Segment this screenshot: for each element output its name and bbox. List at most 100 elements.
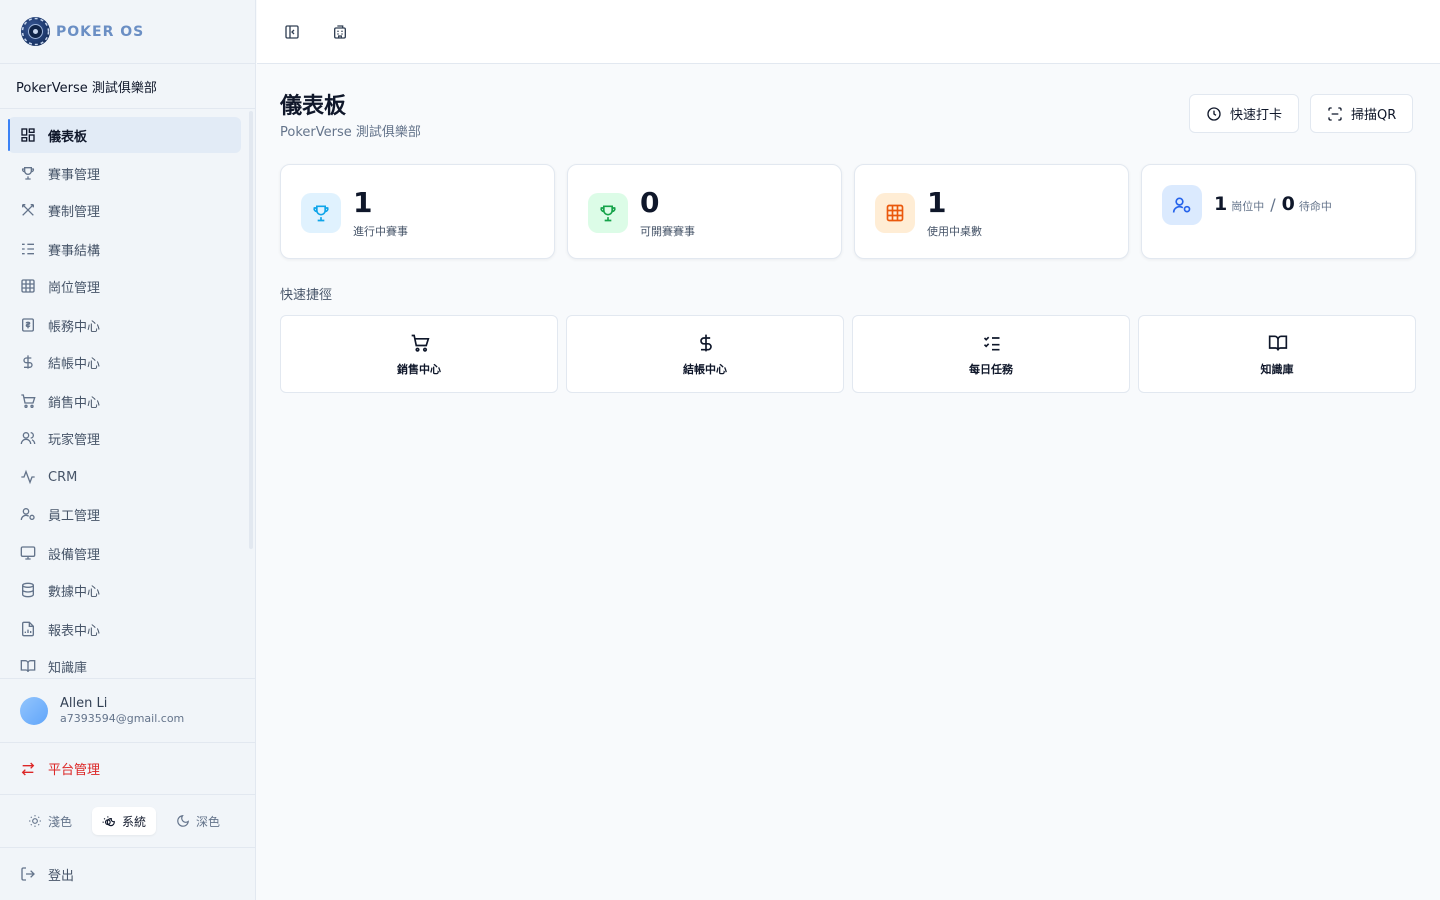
scan-qr-button[interactable]: 掃描QR bbox=[1310, 94, 1414, 133]
waiting-count: 0 bbox=[1281, 193, 1295, 215]
list-checks-icon bbox=[983, 336, 1000, 351]
swords-icon bbox=[22, 204, 34, 216]
stat-label: 進行中賽事 bbox=[353, 225, 408, 238]
user-name: Allen Li bbox=[60, 696, 108, 711]
nav-item-positions[interactable]: 崗位管理 bbox=[8, 268, 241, 304]
nav-label: 報表中心 bbox=[48, 623, 101, 639]
monitor-icon bbox=[20, 546, 36, 560]
theme-light-button[interactable]: 淺色 bbox=[18, 807, 82, 835]
sun-moon-icon bbox=[102, 816, 115, 827]
stat-card-active-tournaments[interactable]: 1 進行中賽事 bbox=[280, 164, 555, 259]
nav-item-data[interactable]: 數據中心 bbox=[8, 572, 241, 608]
theme-system-button[interactable]: 系統 bbox=[92, 807, 157, 835]
nav-label: 玩家管理 bbox=[48, 432, 101, 448]
clock-in-label: 快速打卡 bbox=[1230, 108, 1283, 123]
trophy-icon bbox=[600, 205, 616, 222]
nav-label: 賽事結構 bbox=[48, 243, 101, 259]
nav-item-knowledge[interactable]: 知識庫 bbox=[8, 648, 241, 678]
waiting-label: 待命中 bbox=[1298, 200, 1332, 213]
nav-item-staff[interactable]: 員工管理 bbox=[8, 496, 241, 532]
nav-label: 賽事管理 bbox=[48, 167, 101, 183]
stat-label: 可開賽賽事 bbox=[640, 225, 695, 238]
cart-icon bbox=[21, 394, 36, 408]
club-switch-button[interactable] bbox=[328, 20, 352, 44]
topbar bbox=[257, 0, 1440, 64]
user-profile[interactable]: Allen Li a7393594@gmail.com bbox=[0, 678, 256, 743]
nav-label: 帳務中心 bbox=[48, 319, 101, 335]
dollar-icon bbox=[700, 334, 712, 352]
nav-item-sales[interactable]: 銷售中心 bbox=[8, 383, 241, 419]
building-icon bbox=[334, 25, 346, 39]
nav-item-crm[interactable]: CRM bbox=[8, 459, 241, 495]
nav-scrollbar[interactable] bbox=[249, 111, 253, 549]
stat-icon-wrap bbox=[301, 193, 341, 233]
nav-label: 知識庫 bbox=[48, 660, 88, 676]
theme-light-label: 淺色 bbox=[48, 814, 73, 829]
shortcut-label: 知識庫 bbox=[1260, 363, 1294, 376]
stat-card-tables-in-use[interactable]: 1 使用中桌數 bbox=[854, 164, 1129, 259]
staff-status-line: 1 崗位中 / 0 待命中 bbox=[1214, 193, 1332, 215]
users-icon bbox=[20, 432, 36, 445]
nav-item-dashboard[interactable]: 儀表板 bbox=[8, 117, 241, 153]
toggle-sidebar-button[interactable] bbox=[280, 20, 304, 44]
stat-icon-wrap bbox=[588, 193, 628, 233]
shortcut-label: 每日任務 bbox=[969, 363, 1013, 376]
user-cog-icon bbox=[1172, 197, 1191, 213]
theme-dark-button[interactable]: 深色 bbox=[166, 807, 230, 835]
nav-item-devices[interactable]: 設備管理 bbox=[8, 535, 241, 571]
table-grid-icon bbox=[21, 279, 35, 293]
on-duty-count: 1 bbox=[1214, 193, 1228, 215]
trophy-icon bbox=[313, 205, 329, 222]
database-icon bbox=[22, 582, 34, 598]
layout-grid-icon bbox=[21, 128, 35, 142]
shortcut-label: 結帳中心 bbox=[683, 363, 727, 376]
sun-icon bbox=[29, 815, 41, 827]
logout-button[interactable]: 登出 bbox=[0, 848, 256, 900]
theme-dark-label: 深色 bbox=[196, 814, 221, 829]
nav-item-checkout[interactable]: 結帳中心 bbox=[8, 344, 241, 380]
user-cog-icon bbox=[20, 508, 35, 521]
clock-in-button[interactable]: 快速打卡 bbox=[1189, 94, 1300, 133]
dollar-icon bbox=[23, 355, 33, 369]
nav-item-accounting[interactable]: 帳務中心 bbox=[8, 307, 241, 343]
brand[interactable]: POKER OS bbox=[0, 0, 256, 64]
page-subtitle: PokerVerse 測試俱樂部 bbox=[280, 125, 421, 140]
shortcut-checkout[interactable]: 結帳中心 bbox=[566, 315, 844, 393]
nav-item-reports[interactable]: 報表中心 bbox=[8, 611, 241, 647]
nav-label: 崗位管理 bbox=[48, 280, 101, 296]
shortcut-knowledge[interactable]: 知識庫 bbox=[1138, 315, 1416, 393]
scan-icon bbox=[1328, 106, 1342, 121]
poker-chip-logo-icon bbox=[21, 17, 50, 46]
shortcut-daily-tasks[interactable]: 每日任務 bbox=[852, 315, 1130, 393]
nav-item-structure[interactable]: 賽事結構 bbox=[8, 231, 241, 267]
stat-card-staff-status[interactable]: 1 崗位中 / 0 待命中 bbox=[1141, 164, 1416, 259]
user-email: a7393594@gmail.com bbox=[60, 712, 185, 725]
scan-qr-label: 掃描QR bbox=[1351, 108, 1397, 123]
activity-icon bbox=[21, 469, 35, 485]
nav-label: 銷售中心 bbox=[48, 395, 101, 411]
trophy-icon bbox=[21, 167, 35, 180]
page-title: 儀表板 bbox=[280, 94, 347, 119]
clock-icon bbox=[1207, 106, 1221, 121]
nav-item-tournaments[interactable]: 賽事管理 bbox=[8, 155, 241, 191]
stat-value: 1 bbox=[927, 186, 947, 219]
platform-admin-link[interactable]: 平台管理 bbox=[0, 743, 256, 795]
shortcut-sales[interactable]: 銷售中心 bbox=[280, 315, 558, 393]
file-chart-icon bbox=[22, 621, 34, 637]
stat-label: 使用中桌數 bbox=[927, 225, 982, 238]
book-open-icon bbox=[20, 660, 36, 673]
stat-value: 1 bbox=[353, 186, 373, 219]
receipt-icon bbox=[22, 318, 34, 332]
avatar bbox=[20, 696, 48, 725]
nav-label: 數據中心 bbox=[48, 584, 101, 600]
club-name: PokerVerse 測試俱樂部 bbox=[0, 64, 256, 109]
platform-label: 平台管理 bbox=[48, 763, 101, 778]
theme-switcher: 淺色 系統 深色 bbox=[0, 795, 256, 848]
nav-item-formats[interactable]: 賽制管理 bbox=[8, 192, 241, 228]
nav-label: CRM bbox=[48, 469, 78, 485]
table-grid-icon bbox=[886, 204, 904, 222]
logout-label: 登出 bbox=[48, 868, 75, 884]
stat-card-startable-tournaments[interactable]: 0 可開賽賽事 bbox=[567, 164, 842, 259]
nav-item-players[interactable]: 玩家管理 bbox=[8, 420, 241, 456]
stat-value: 0 bbox=[640, 186, 660, 219]
